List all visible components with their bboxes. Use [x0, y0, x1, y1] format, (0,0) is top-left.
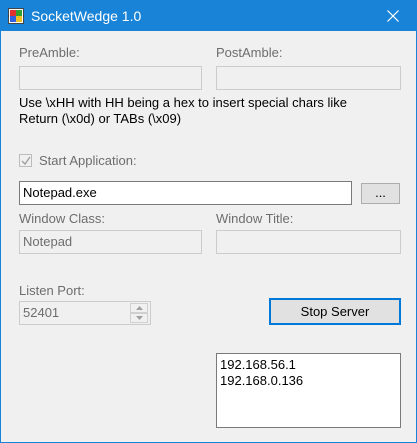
preamble-input[interactable] — [19, 66, 202, 90]
chevron-up-icon — [136, 306, 143, 310]
window-class-label: Window Class: — [19, 211, 105, 226]
window-title-input[interactable] — [216, 230, 401, 254]
window-title: SocketWedge 1.0 — [31, 8, 142, 24]
list-item[interactable]: 192.168.0.136 — [220, 373, 397, 389]
stop-server-button[interactable]: Stop Server — [269, 298, 401, 325]
checkmark-icon — [21, 156, 31, 166]
window-title-label: Window Title: — [216, 211, 294, 226]
window-class-input[interactable]: Notepad — [19, 230, 202, 254]
hint-line-2: Return (\x0d) or TABs (\x09) — [19, 111, 182, 126]
app-window: SocketWedge 1.0 PreAmble: PostAmble: Use… — [0, 0, 417, 443]
title-bar[interactable]: SocketWedge 1.0 — [1, 1, 416, 31]
escape-hint: Use \xHH with HH being a hex to insert s… — [19, 95, 399, 127]
start-application-checkbox[interactable] — [19, 154, 32, 167]
preamble-label: PreAmble: — [19, 45, 80, 60]
close-button[interactable] — [370, 1, 416, 31]
chevron-down-icon — [136, 316, 143, 320]
ip-address-list[interactable]: 192.168.56.1 192.168.0.136 — [216, 353, 401, 428]
browse-button[interactable]: ... — [361, 183, 400, 204]
postamble-label: PostAmble: — [216, 45, 283, 60]
list-item[interactable]: 192.168.56.1 — [220, 357, 397, 373]
hint-line-1: Use \xHH with HH being a hex to insert s… — [19, 95, 348, 110]
port-stepper — [130, 302, 150, 324]
close-icon — [387, 10, 399, 22]
port-up-button[interactable] — [130, 303, 148, 313]
listen-port-label: Listen Port: — [19, 283, 85, 298]
start-application-label: Start Application: — [39, 153, 137, 168]
port-down-button[interactable] — [130, 313, 148, 323]
app-icon — [8, 8, 24, 24]
application-path-input[interactable]: Notepad.exe — [19, 181, 352, 205]
postamble-input[interactable] — [216, 66, 401, 90]
